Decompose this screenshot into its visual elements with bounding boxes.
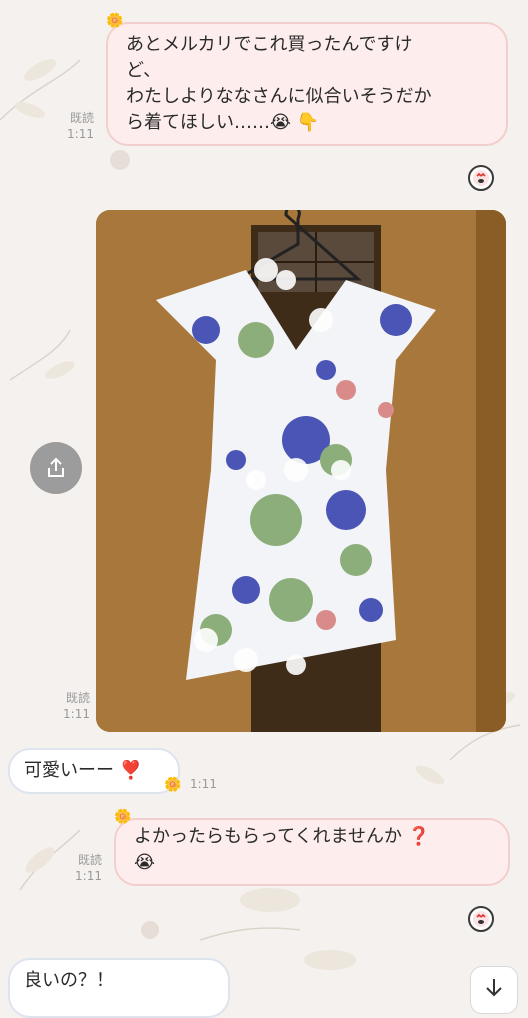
timestamp: 1:11 [75,869,102,883]
reaction-badge-icon[interactable] [468,165,494,191]
arrow-down-icon [486,979,502,997]
timestamp: 1:11 [190,777,217,791]
message-line: ど、 [126,60,162,81]
message-bubble-4[interactable]: 良いの？！ [8,958,230,1018]
read-label: 既読 [77,853,102,867]
message-text: 可愛いーー ❣️ [24,760,143,781]
message-line: よかったらもらってくれませんか ❓ [134,826,431,847]
message-line: ら着てほしい……😭 👇 [126,112,320,133]
message-text: 良いの？！ [24,970,114,991]
message-bubble-2[interactable]: 可愛いーー ❣️ [8,748,180,794]
timestamp: 1:11 [67,127,94,141]
read-label: 既読 [69,111,94,125]
photo-message[interactable] [96,210,506,732]
read-receipt: 既読 1:11 [60,852,102,884]
flower-icon: 🌼 [106,13,124,29]
read-receipt: 既読 1:11 [48,690,90,722]
flower-icon: 🌼 [114,809,132,825]
reaction-badge-icon[interactable] [468,906,494,932]
timestamp: 1:11 [63,707,90,721]
message-bubble-3[interactable]: よかったらもらってくれませんか ❓ 😭 [114,818,510,886]
message-line: 😭 [134,852,156,873]
read-receipt: 既読 1:11 [52,110,94,142]
flower-icon: 🌼 [164,777,182,793]
dress-photo [96,210,506,732]
share-icon [48,457,64,477]
message-bubble-1[interactable]: あとメルカリでこれ買ったんですけ ど、 わたしよりななさんに似合いそうだか ら着… [106,22,508,146]
read-label: 既読 [65,691,90,705]
message-line: あとメルカリでこれ買ったんですけ [126,34,413,55]
message-line: わたしよりななさんに似合いそうだか [126,86,432,107]
scroll-to-bottom-button[interactable] [470,966,518,1014]
share-button[interactable] [30,442,82,494]
